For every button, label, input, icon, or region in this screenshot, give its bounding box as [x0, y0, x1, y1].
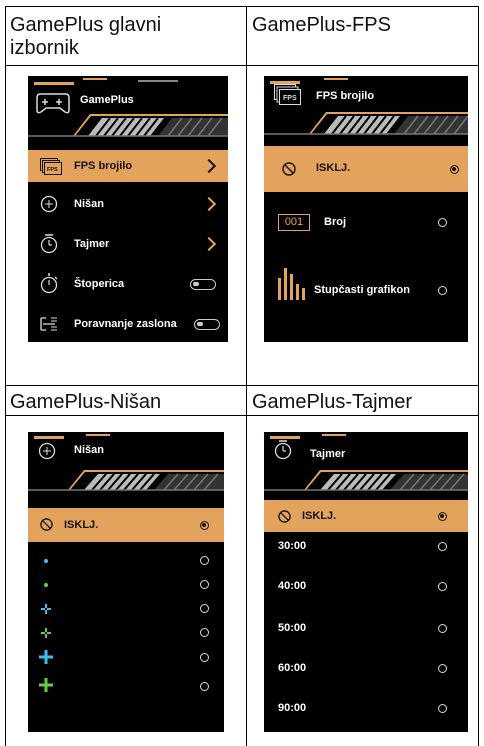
header-decoration: [264, 434, 468, 491]
crosshair-option-3[interactable]: [28, 598, 224, 620]
timer-time-radio[interactable]: [438, 542, 447, 551]
number-badge-icon: 001: [278, 214, 310, 231]
dot-cyan-icon: [44, 559, 48, 563]
timer-time-label: 40:00: [278, 580, 307, 592]
gamepad-icon: [36, 93, 70, 114]
timer-time-label: 60:00: [278, 662, 307, 674]
svg-text:FPS: FPS: [47, 167, 58, 173]
crosshair-option-6[interactable]: [28, 672, 224, 698]
cross-large-green-icon: [39, 678, 53, 692]
crosshair-off-label: ISKLJ.: [64, 519, 99, 531]
fps-icon: FPS: [274, 84, 301, 105]
crosshair-option-6-radio[interactable]: [200, 682, 209, 691]
fps-option-number[interactable]: 001 Broj: [264, 208, 468, 238]
stopwatch-toggle[interactable]: [190, 279, 216, 290]
timer-off-label: ISKLJ.: [302, 510, 337, 522]
timer-time-label: 30:00: [278, 540, 307, 552]
crosshair-option-4[interactable]: [28, 622, 224, 644]
cell-title-crosshair: GamePlus-Nišan: [10, 391, 162, 413]
fps-off-radio[interactable]: [450, 165, 459, 174]
fps-number-radio[interactable]: [438, 218, 447, 227]
menu-item-stopwatch-label: Štoperica: [74, 278, 125, 290]
timer-icon: [40, 234, 58, 254]
off-icon: [40, 518, 53, 531]
timer-icon: [274, 440, 292, 460]
timer-time-radio[interactable]: [438, 582, 447, 591]
off-icon: [278, 510, 291, 523]
timer-screen: Tajmer ISKLJ. 30:00 40:00 50:00 60:00 90…: [264, 432, 468, 732]
crosshair-screen: Nišan ISKLJ.: [28, 432, 224, 732]
crosshair-off-radio[interactable]: [200, 521, 209, 530]
menu-item-crosshair-label: Nišan: [74, 198, 104, 210]
timer-menu-header: Tajmer: [310, 448, 346, 460]
menu-item-fps-label: FPS brojilo: [74, 160, 133, 172]
crosshair-option-4-radio[interactable]: [200, 628, 209, 637]
crosshair-option-off[interactable]: ISKLJ.: [28, 508, 224, 542]
crosshair-option-5[interactable]: [28, 646, 224, 670]
crosshair-option-2[interactable]: [28, 574, 224, 596]
fps-option-bar[interactable]: Stupčasti grafikon: [264, 262, 468, 306]
cross-small-cyan-icon: [41, 604, 51, 614]
menu-item-screen-align-label: Poravnanje zaslona: [74, 318, 177, 330]
fps-icon: FPS: [40, 158, 62, 175]
crosshair-menu-header: Nišan: [74, 444, 104, 456]
timer-option-60[interactable]: 60:00: [264, 658, 468, 680]
menu-item-timer[interactable]: Tajmer: [28, 228, 228, 260]
timer-option-40[interactable]: 40:00: [264, 576, 468, 598]
timer-time-label: 90:00: [278, 702, 307, 714]
off-icon: [282, 162, 296, 176]
cell-title-fps: GamePlus-FPS: [252, 14, 391, 36]
svg-text:FPS: FPS: [283, 95, 297, 102]
crosshair-option-3-radio[interactable]: [200, 604, 209, 613]
fps-screen: FPS FPS brojilo ISKLJ. 001 Broj Stupčast…: [264, 76, 468, 342]
timer-time-label: 50:00: [278, 622, 307, 634]
header-decoration: [28, 434, 224, 491]
menu-item-crosshair[interactable]: Nišan: [28, 188, 228, 220]
crosshair-option-2-radio[interactable]: [200, 580, 209, 589]
timer-time-radio[interactable]: [438, 664, 447, 673]
menu-item-screen-align[interactable]: Poravnanje zaslona: [28, 308, 228, 340]
bar-graph-icon: [278, 268, 305, 300]
fps-off-label: ISKLJ.: [316, 162, 351, 174]
crosshair-option-1[interactable]: [28, 550, 224, 572]
main-menu-header: GamePlus: [80, 94, 134, 106]
chevron-right-icon: [201, 158, 217, 174]
fps-bar-radio[interactable]: [438, 286, 447, 295]
main-menu-screen: GamePlus FPS FPS brojilo Nišan Tajmer Št…: [28, 76, 228, 342]
crosshair-option-1-radio[interactable]: [200, 556, 209, 565]
timer-off-radio[interactable]: [438, 512, 447, 521]
timer-option-off[interactable]: ISKLJ.: [264, 500, 468, 532]
fps-menu-header: FPS brojilo: [316, 90, 375, 102]
crosshair-icon: [40, 195, 58, 213]
screen-align-toggle[interactable]: [194, 319, 220, 330]
crosshair-icon: [38, 442, 56, 460]
chevron-right-icon: [201, 196, 217, 212]
menu-item-fps[interactable]: FPS FPS brojilo: [28, 150, 228, 182]
stopwatch-icon: [40, 273, 58, 294]
fps-number-label: Broj: [324, 216, 346, 228]
cross-small-green-icon: [41, 628, 51, 638]
cross-large-cyan-icon: [39, 650, 53, 664]
crosshair-option-5-radio[interactable]: [200, 653, 209, 662]
timer-option-90[interactable]: 90:00: [264, 698, 468, 720]
cell-title-timer: GamePlus-Tajmer: [252, 391, 413, 413]
menu-item-stopwatch[interactable]: Štoperica: [28, 268, 228, 300]
timer-option-30[interactable]: 30:00: [264, 536, 468, 558]
timer-time-radio[interactable]: [438, 624, 447, 633]
cell-title-main-menu: GamePlus glavni izbornik: [10, 14, 162, 59]
menu-item-timer-label: Tajmer: [74, 238, 110, 250]
align-icon: [40, 317, 57, 331]
fps-bar-label: Stupčasti grafikon: [314, 284, 410, 296]
fps-option-off[interactable]: ISKLJ.: [264, 146, 468, 192]
timer-time-radio[interactable]: [438, 704, 447, 713]
dot-green-icon: [44, 583, 48, 587]
timer-option-50[interactable]: 50:00: [264, 618, 468, 640]
chevron-right-icon: [201, 236, 217, 252]
